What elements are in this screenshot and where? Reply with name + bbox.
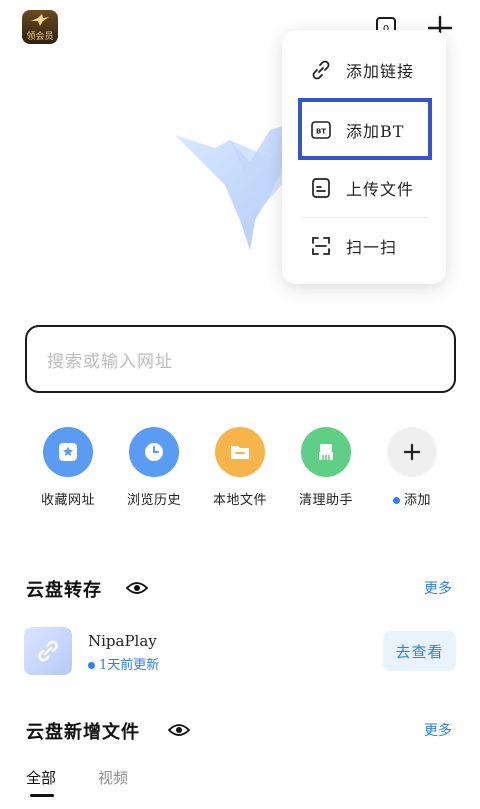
update-dot: [88, 662, 95, 669]
shortcut-local-files[interactable]: 本地文件: [202, 427, 278, 508]
cloud-transfer-title: 云盘转存: [26, 580, 102, 601]
bt-highlight-box: [298, 98, 432, 160]
shortcut-add[interactable]: 添加: [374, 427, 450, 508]
document-icon: [310, 177, 332, 199]
cloud-new-files-title: 云盘新增文件: [26, 722, 140, 743]
bookmark-star-icon: [43, 427, 93, 477]
vip-badge[interactable]: 领会员: [22, 10, 58, 44]
tab-video[interactable]: 视频: [98, 767, 128, 788]
plus-icon: [387, 427, 437, 477]
eye-icon[interactable]: [126, 580, 148, 596]
eye-icon[interactable]: [168, 722, 190, 738]
menu-item-scan[interactable]: 扫一扫: [282, 221, 446, 271]
tab-active-indicator: [30, 794, 54, 797]
menu-divider: [302, 217, 428, 218]
menu-item-label: 添加链接: [346, 62, 415, 81]
menu-item-add-link[interactable]: 添加链接: [282, 45, 446, 95]
vip-badge-label: 领会员: [26, 32, 54, 42]
search-placeholder: 搜索或输入网址: [47, 351, 173, 372]
shortcut-label: 清理助手: [298, 493, 353, 508]
shortcut-label: 本地文件: [212, 493, 267, 508]
cloud-new-files-more-link[interactable]: 更多: [424, 720, 452, 740]
cloud-transfer-more-link[interactable]: 更多: [424, 578, 452, 598]
search-input[interactable]: 搜索或输入网址: [25, 325, 456, 393]
bird-logo-icon: [31, 14, 49, 26]
scan-icon: [310, 235, 332, 257]
menu-item-label: 扫一扫: [346, 238, 398, 257]
shortcut-label: 收藏网址: [40, 493, 95, 508]
cloud-item-name: NipaPlay: [88, 632, 157, 650]
cloud-item-subtitle: 1天前更新: [88, 654, 159, 673]
menu-item-upload-file[interactable]: 上传文件: [282, 163, 446, 213]
clock-icon: [129, 427, 179, 477]
broom-icon: [301, 427, 351, 477]
link-icon: [38, 640, 58, 662]
shortcut-bookmarks[interactable]: 收藏网址: [30, 427, 106, 508]
shortcut-label: 浏览历史: [126, 493, 181, 508]
menu-item-label: 上传文件: [346, 180, 415, 199]
tab-all[interactable]: 全部: [26, 767, 56, 788]
shortcut-cleaner[interactable]: 清理助手: [288, 427, 364, 508]
new-dot: [392, 497, 400, 504]
shortcut-history[interactable]: 浏览历史: [116, 427, 192, 508]
shortcut-label: 添加: [392, 489, 431, 508]
link-icon: [310, 59, 332, 81]
folder-icon: [215, 427, 265, 477]
cloud-item-thumbnail[interactable]: [24, 627, 72, 675]
view-button[interactable]: 去查看: [383, 631, 456, 671]
